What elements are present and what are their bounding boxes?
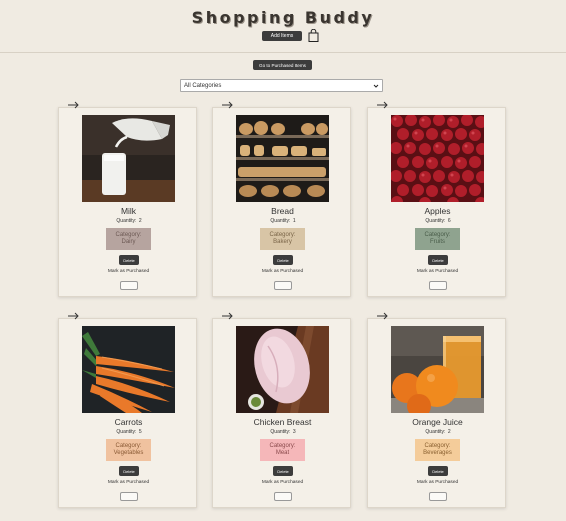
apples-photo <box>391 115 484 202</box>
item-name: Bread <box>271 206 294 216</box>
delete-button[interactable]: Delete <box>428 466 448 476</box>
item-card-apples: Apples Quantity: 6 Category: Fruits Delet… <box>367 101 506 297</box>
item-quantity: Quantity: 5 <box>116 429 142 435</box>
mark-as-purchased-label: Mark as Purchased <box>261 269 304 274</box>
mark-as-purchased-checkbox[interactable] <box>429 281 447 290</box>
item-card-bread: Bread Quantity: 1 Category: Bakery Delete… <box>212 101 351 297</box>
mark-as-purchased-checkbox[interactable] <box>274 492 292 501</box>
category-filter-select[interactable]: All Categories <box>180 79 383 92</box>
header-divider <box>0 52 566 53</box>
item-name: Milk <box>120 206 137 216</box>
item-card-orange-juice: Orange Juice Quantity: 2 Category: Bevera… <box>367 312 506 508</box>
page-title: Shopping Buddy <box>191 8 375 27</box>
delete-button[interactable]: Delete <box>273 255 293 265</box>
mark-as-purchased-checkbox[interactable] <box>429 492 447 501</box>
arrow-right-icon[interactable] <box>68 312 80 320</box>
mark-as-purchased-checkbox[interactable] <box>120 281 138 290</box>
chicken-photo <box>236 326 329 413</box>
category-badge: Category: Beverages <box>415 439 460 461</box>
category-badge: Category: Bakery <box>260 228 305 250</box>
arrow-right-icon[interactable] <box>222 101 234 109</box>
item-quantity: Quantity: 2 <box>116 218 142 224</box>
item-quantity: Quantity: 6 <box>425 218 451 224</box>
orange-juice-photo <box>391 326 484 413</box>
carrots-photo <box>82 326 175 413</box>
arrow-right-icon[interactable] <box>377 312 389 320</box>
item-quantity: Quantity: 2 <box>425 429 451 435</box>
arrow-right-icon[interactable] <box>68 101 80 109</box>
item-name: Carrots <box>114 417 143 427</box>
add-items-button[interactable]: Add Items <box>262 31 302 41</box>
mark-as-purchased-checkbox[interactable] <box>120 492 138 501</box>
item-card-milk: Milk Quantity: 2 Category: Dairy Delete M… <box>58 101 197 297</box>
go-to-purchased-button[interactable]: Go to Purchased Items <box>253 60 312 70</box>
arrow-right-icon[interactable] <box>222 312 234 320</box>
category-badge: Category: Vegetables <box>106 439 151 461</box>
item-name: Orange Juice <box>412 417 463 427</box>
category-filter-value: All Categories <box>184 82 222 89</box>
shopping-bag-icon[interactable] <box>308 29 319 42</box>
item-card-chicken-breast: Chicken Breast Quantity: 3 Category: Meat… <box>212 312 351 508</box>
category-badge: Category: Meat <box>260 439 305 461</box>
mark-as-purchased-label: Mark as Purchased <box>416 480 459 485</box>
delete-button[interactable]: Delete <box>273 466 293 476</box>
item-name: Chicken Breast <box>253 417 312 427</box>
bread-photo <box>236 115 329 202</box>
delete-button[interactable]: Delete <box>428 255 448 265</box>
milk-photo <box>82 115 175 202</box>
delete-button[interactable]: Delete <box>119 466 139 476</box>
delete-button[interactable]: Delete <box>119 255 139 265</box>
mark-as-purchased-label: Mark as Purchased <box>107 480 150 485</box>
mark-as-purchased-label: Mark as Purchased <box>416 269 459 274</box>
mark-as-purchased-label: Mark as Purchased <box>261 480 304 485</box>
arrow-right-icon[interactable] <box>377 101 389 109</box>
item-quantity: Quantity: 3 <box>270 429 296 435</box>
item-name: Apples <box>424 206 451 216</box>
chevron-down-icon <box>373 84 379 88</box>
item-card-carrots: Carrots Quantity: 5 Category: Vegetables … <box>58 312 197 508</box>
category-badge: Category: Fruits <box>415 228 460 250</box>
item-quantity: Quantity: 1 <box>270 218 296 224</box>
category-badge: Category: Dairy <box>106 228 151 250</box>
mark-as-purchased-checkbox[interactable] <box>274 281 292 290</box>
mark-as-purchased-label: Mark as Purchased <box>107 269 150 274</box>
